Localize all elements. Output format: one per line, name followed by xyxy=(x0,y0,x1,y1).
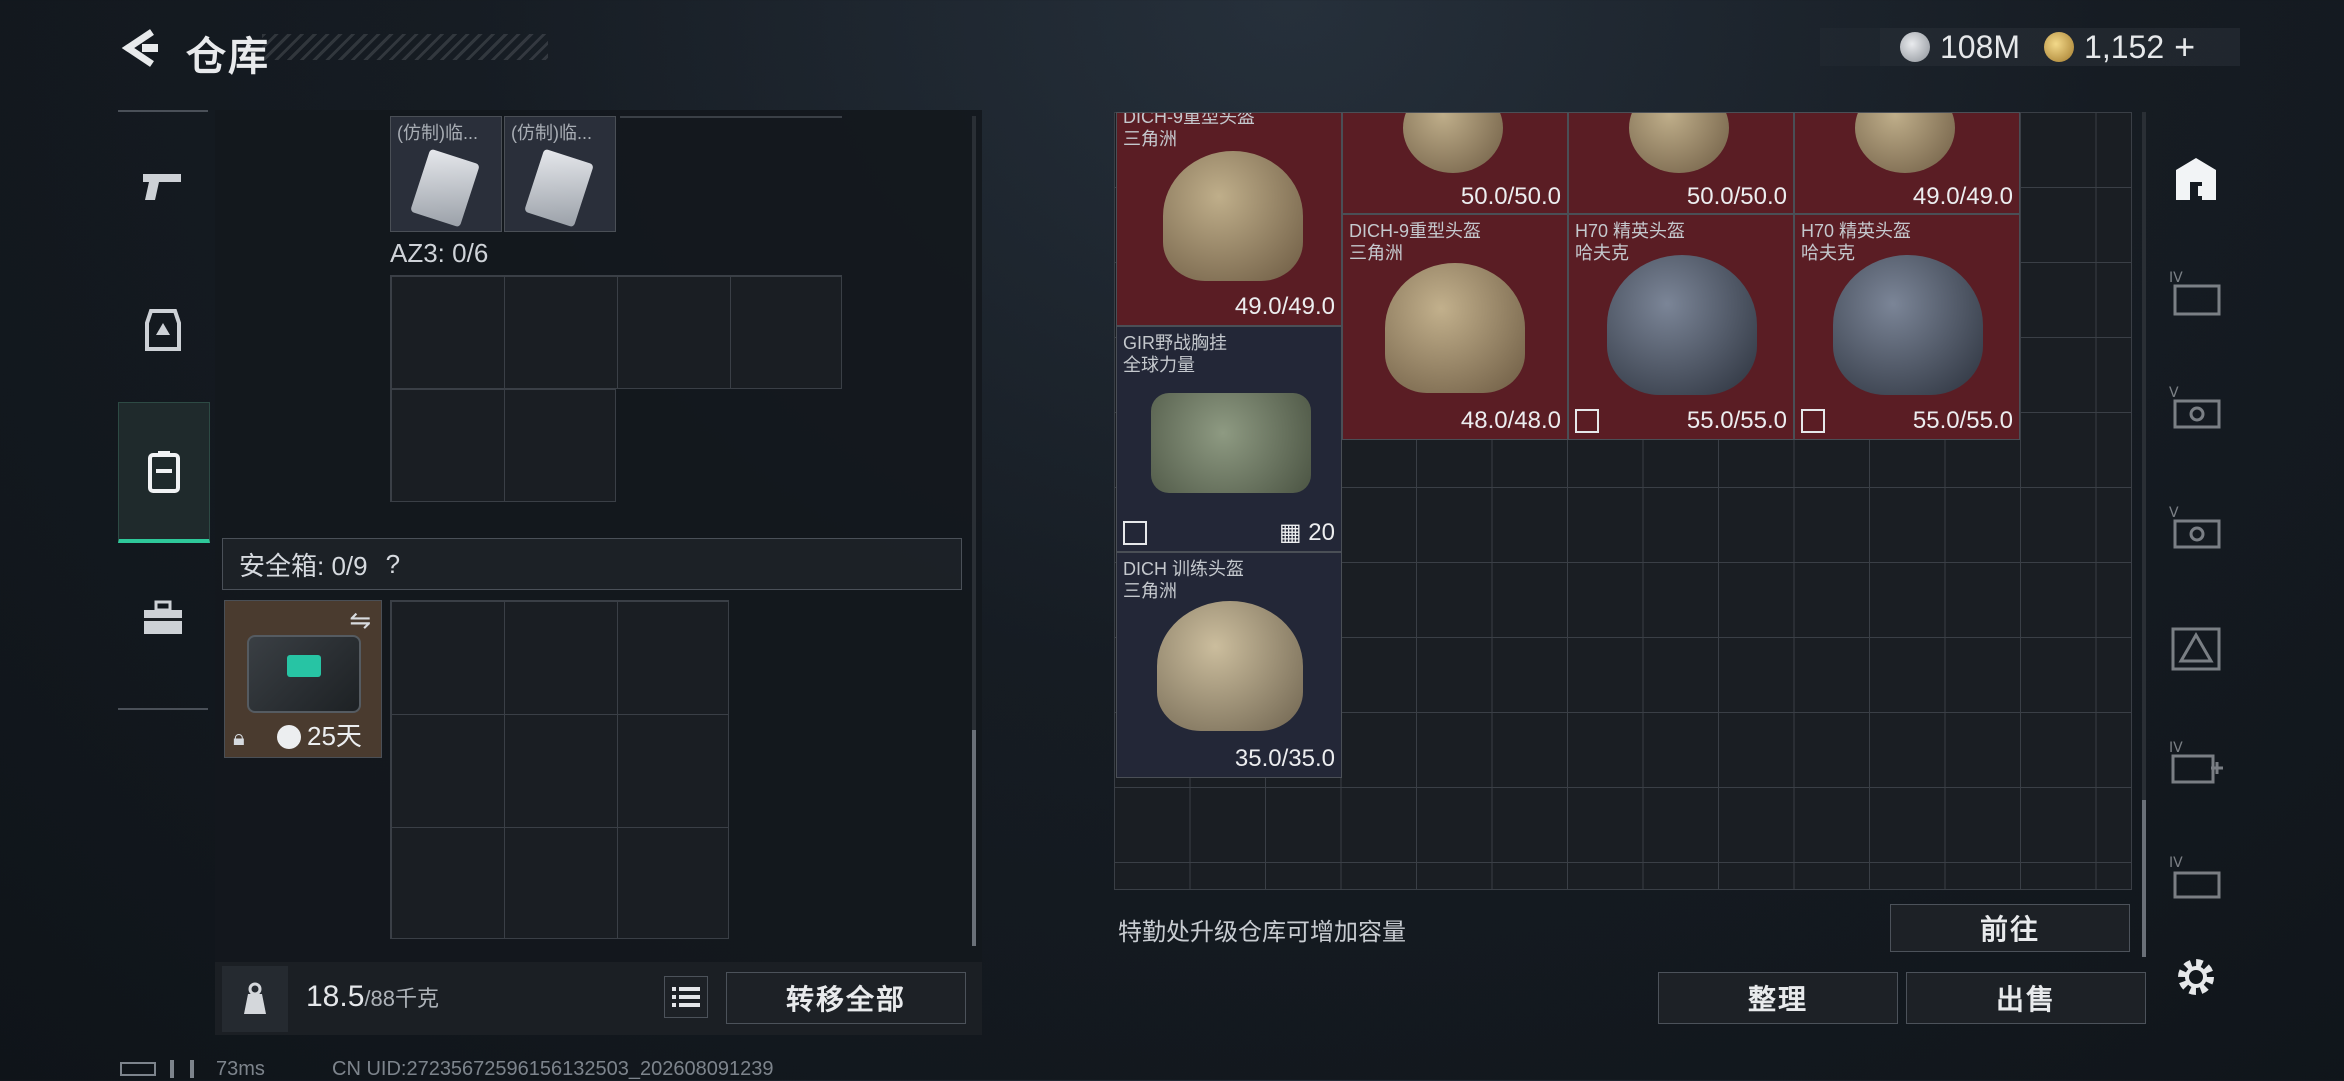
item-card[interactable]: DICH 训练头盔 三角洲 35.0/35.0 xyxy=(1116,552,1342,778)
ping-text: 73ms xyxy=(216,1058,265,1080)
az3-grid-bottom xyxy=(390,388,616,502)
help-button[interactable]: ? xyxy=(386,549,400,580)
svg-text:IV: IV xyxy=(2169,270,2183,286)
no-repair-icon xyxy=(1123,521,1147,545)
nav-toolbox[interactable] xyxy=(118,543,208,693)
svg-text:IV: IV xyxy=(2169,740,2183,756)
helmet-icon xyxy=(1157,601,1303,731)
item-card[interactable]: (仿制)临... xyxy=(390,116,502,232)
uid-text: CN UID:27235672596156132503_202608091239 xyxy=(332,1058,774,1080)
lock-icon: 🔒︎ xyxy=(233,725,245,750)
item-card[interactable]: DICH-9重型头盔 三角洲 48.0/48.0 xyxy=(1342,214,1568,440)
list-view-button[interactable] xyxy=(664,976,708,1018)
item-card[interactable]: H70 精英头盔 哈夫克 55.0/55.0 xyxy=(1568,214,1794,440)
currency-bar: 108M 1,152 + xyxy=(1820,26,2240,68)
az3-label: AZ3: 0/6 xyxy=(390,238,489,268)
weight-icon-box xyxy=(222,966,288,1032)
page-title: 仓库 xyxy=(186,35,270,79)
helmet-icon xyxy=(1403,113,1503,173)
item-card[interactable]: (仿制)临... xyxy=(504,116,616,232)
no-repair-icon xyxy=(1801,409,1825,433)
item-card[interactable]: H70 精英头盔 哈夫克 55.0/55.0 xyxy=(1794,214,2020,440)
back-button[interactable] xyxy=(118,26,162,70)
item-card[interactable]: GIR野战胸挂 全球力量 ▦ 20 xyxy=(1116,326,1342,552)
item-card[interactable]: 49.0/49.0 xyxy=(1794,112,2020,214)
safe-box-grid xyxy=(390,600,729,939)
back-arrow-icon xyxy=(121,29,158,67)
stash-tab-v-1[interactable]: V xyxy=(2156,367,2236,447)
nav-weapon[interactable] xyxy=(118,112,208,260)
item-card[interactable]: 50.0/50.0 xyxy=(1568,112,1794,214)
silver-amount: 108M xyxy=(1940,28,2021,65)
add-currency-button[interactable]: + xyxy=(2174,26,2195,68)
helmet-icon xyxy=(1833,255,1983,395)
nav-armor[interactable] xyxy=(118,260,208,402)
ammo-box-icon: IV xyxy=(2169,855,2221,899)
safe-box-header: 安全箱: 0/9 ? xyxy=(222,538,962,590)
az3-grid-top xyxy=(390,275,842,389)
helmet-icon xyxy=(1385,263,1525,393)
home-icon xyxy=(2176,158,2216,200)
injector-icon xyxy=(410,148,480,228)
gear-icon xyxy=(2178,959,2214,995)
side-nav xyxy=(118,110,210,710)
transfer-all-button[interactable]: 转移全部 xyxy=(726,972,966,1024)
sell-button[interactable]: 出售 xyxy=(1906,972,2146,1024)
battery-icon xyxy=(120,1062,156,1076)
folder-icon: IV xyxy=(2169,270,2221,316)
upgrade-hint: 特勤处升级仓库可增加容量 xyxy=(1118,919,1406,946)
title-stripe xyxy=(262,34,548,60)
sort-button[interactable]: 整理 xyxy=(1658,972,1898,1024)
wallet-icon: V xyxy=(2169,505,2221,549)
weight-text: 18.5/88千克 xyxy=(306,980,439,1014)
signal-icon xyxy=(170,1060,194,1078)
chest-rig-icon xyxy=(1151,393,1311,493)
list-icon xyxy=(672,987,700,1007)
safe-case-icon xyxy=(247,635,361,713)
triangle-box-icon xyxy=(2171,627,2221,671)
svg-text:V: V xyxy=(2169,505,2179,521)
stash-scrollbar[interactable] xyxy=(2142,800,2146,957)
gold-amount: 1,152 xyxy=(2084,28,2165,65)
item-card[interactable]: DICH-9重型头盔 三角洲 49.0/49.0 xyxy=(1116,112,1342,326)
toolbox-icon xyxy=(144,600,182,634)
helmet-icon xyxy=(1855,113,1955,173)
swap-icon[interactable]: ⇋ xyxy=(349,605,371,636)
helmet-icon xyxy=(1607,255,1757,395)
capacity-text: ▦ 20 xyxy=(1278,519,1335,546)
duration-text: 25天 xyxy=(307,721,362,751)
nav-backpack[interactable] xyxy=(118,402,210,543)
stash-tab-v-2[interactable]: V xyxy=(2156,487,2236,567)
wallet-icon: V xyxy=(2169,385,2221,429)
clock-icon xyxy=(277,725,301,749)
safe-box-item[interactable]: ⇋ 🔒︎ 25天 xyxy=(224,600,382,758)
stash-tab-triangle[interactable] xyxy=(2156,607,2236,687)
pistol-icon xyxy=(143,174,181,200)
gold-coin-icon xyxy=(2044,32,2075,62)
helmet-icon xyxy=(1629,113,1729,173)
no-repair-icon xyxy=(1575,409,1599,433)
goto-button[interactable]: 前往 xyxy=(1890,904,2130,952)
backpack-icon xyxy=(148,451,180,493)
weight-current: 18.5 xyxy=(306,980,365,1013)
armor-vest-icon xyxy=(145,309,181,351)
silver-coin-icon xyxy=(1900,32,1930,62)
settings-button[interactable] xyxy=(2156,937,2236,1017)
injector-icon xyxy=(524,148,594,228)
stash-home-tab[interactable] xyxy=(2156,138,2236,218)
safe-box-label: 安全箱: 0/9 xyxy=(239,550,368,581)
left-scrollbar[interactable] xyxy=(972,730,976,946)
weight-icon xyxy=(244,982,266,1014)
stash-tab-ammo[interactable]: IV xyxy=(2156,837,2236,917)
weight-max: /88千克 xyxy=(364,986,439,1011)
divider xyxy=(620,116,842,118)
stash-tab-rail: IV V V IV IV xyxy=(2150,112,2244,1032)
svg-text:IV: IV xyxy=(2169,855,2183,871)
stash-tab-iv[interactable]: IV xyxy=(2156,252,2236,332)
medkit-icon: IV xyxy=(2169,740,2223,784)
svg-text:V: V xyxy=(2169,385,2179,401)
stash-tab-medical[interactable]: IV xyxy=(2156,722,2236,802)
helmet-icon xyxy=(1163,151,1303,281)
item-card[interactable]: 50.0/50.0 xyxy=(1342,112,1568,214)
